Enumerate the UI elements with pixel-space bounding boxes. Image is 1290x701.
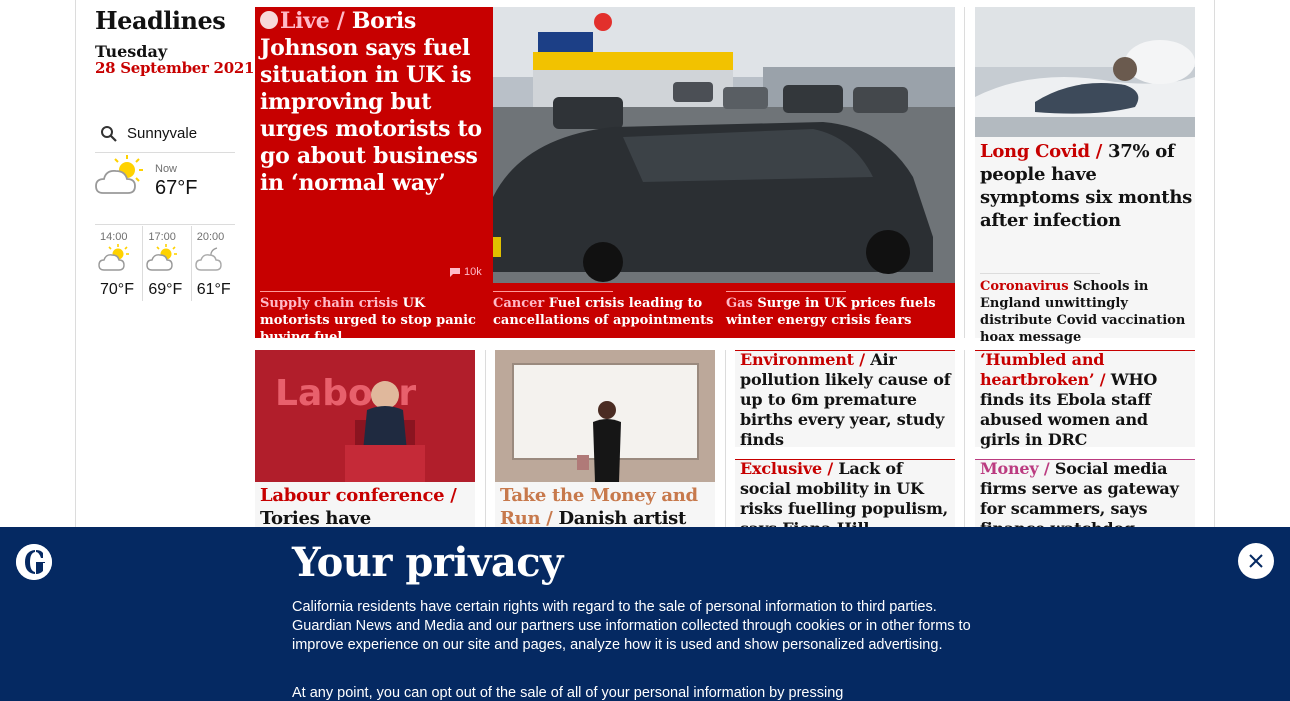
column-divider	[964, 7, 965, 338]
ebola-headline[interactable]: ‘Humbled and heartbroken’ / WHO finds it…	[980, 350, 1192, 450]
column-divider	[725, 350, 726, 530]
guardian-logo	[16, 544, 52, 580]
forecast-temp: 70°F	[100, 281, 134, 298]
main-sublinks: Supply chain crisis UK motorists urged t…	[255, 291, 955, 345]
long-covid-kicker: Long Covid /	[980, 141, 1103, 162]
environment-headline[interactable]: Environment / Air pollution likely cause…	[740, 350, 952, 450]
sublink-kicker: Cancer	[493, 296, 545, 311]
comment-count-value: 10k	[464, 266, 482, 278]
guardian-g-icon	[16, 544, 52, 580]
coronavirus-sublink[interactable]: Coronavirus Schools in England unwitting…	[980, 273, 1192, 346]
column-divider	[964, 350, 965, 530]
close-privacy-button[interactable]	[1238, 543, 1274, 579]
divider	[493, 291, 613, 292]
divider	[260, 291, 380, 292]
main-headline-text: Boris Johnson says fuel situation in UK …	[260, 8, 482, 196]
section-title: Headlines	[95, 6, 226, 35]
partly-sunny-icon	[146, 244, 178, 271]
art-photo[interactable]	[495, 350, 715, 482]
weather-now-label: Now	[155, 163, 178, 175]
sublink[interactable]: Gas Surge in UK prices fuels winter ener…	[726, 291, 951, 329]
comment-count[interactable]: 10k	[449, 266, 482, 278]
privacy-text: California residents have certain rights…	[292, 599, 971, 653]
ebola-kicker: ‘Humbled and heartbroken’ /	[980, 350, 1106, 389]
partly-sunny-icon	[95, 155, 143, 194]
environment-kicker: Environment /	[740, 350, 865, 369]
forecast-time: 17:00	[148, 231, 176, 243]
sublink[interactable]: Cancer Fuel crisis leading to cancellati…	[493, 291, 715, 329]
forecast-item: 20:00 61°F	[192, 226, 240, 301]
partly-sunny-icon	[98, 244, 129, 271]
sublink[interactable]: Supply chain crisis UK motorists urged t…	[260, 291, 480, 346]
art-headline[interactable]: Take the Money and Run / Danish artist	[500, 484, 712, 530]
live-dot-icon	[260, 11, 278, 29]
sublink-kicker: Supply chain crisis	[260, 296, 399, 311]
comment-icon	[450, 267, 460, 277]
forecast-temp: 61°F	[196, 281, 231, 298]
labour-speaker-image: Labour	[255, 350, 475, 482]
weather-forecast: 14:00 70°F 17:00 69°F 20:00 61°F	[95, 226, 240, 301]
privacy-title: Your privacy	[292, 539, 563, 586]
sublink-text: Surge in UK prices fuels winter energy c…	[726, 296, 936, 328]
main-kicker: Live /	[280, 8, 345, 34]
forecast-temp: 69°F	[148, 281, 183, 298]
date-full: 28 September 2021	[95, 59, 255, 77]
exclusive-kicker: Exclusive /	[740, 459, 833, 478]
main-photo[interactable]	[493, 7, 955, 283]
coronavirus-kicker: Coronavirus	[980, 279, 1069, 294]
long-covid-photo[interactable]	[975, 7, 1195, 137]
main-headline[interactable]: Live / Boris Johnson says fuel situation…	[260, 8, 490, 197]
divider	[726, 291, 846, 292]
long-covid-headline[interactable]: Long Covid / 37% of people have symptoms…	[980, 140, 1192, 232]
cloudy-night-icon	[195, 247, 222, 271]
search-icon	[101, 125, 117, 142]
labour-kicker: Labour conference /	[260, 485, 457, 506]
money-kicker: Money /	[980, 459, 1050, 478]
petrol-queue-image	[493, 7, 955, 283]
art-headline-text: Danish artist	[558, 508, 686, 529]
sublink-kicker: Gas	[726, 296, 753, 311]
forecast-time: 20:00	[196, 231, 225, 243]
forecast-time: 14:00	[100, 231, 128, 243]
labour-photo[interactable]: Labour	[255, 350, 475, 482]
forecast-item: 14:00 70°F	[95, 226, 144, 301]
divider	[980, 273, 1100, 274]
man-in-bed-image	[975, 7, 1195, 137]
privacy-text-2: At any point, you can opt out of the sal…	[292, 685, 844, 701]
close-icon	[1249, 554, 1263, 568]
weather-now: Now 67°F	[95, 155, 235, 225]
weather-location-search[interactable]: Sunnyvale	[95, 115, 235, 153]
weather-now-temp: 67°F	[155, 177, 198, 199]
column-divider	[485, 350, 486, 530]
forecast-item: 17:00 69°F	[143, 226, 192, 301]
weather-location: Sunnyvale	[127, 125, 198, 142]
blank-canvas-image	[495, 350, 715, 482]
